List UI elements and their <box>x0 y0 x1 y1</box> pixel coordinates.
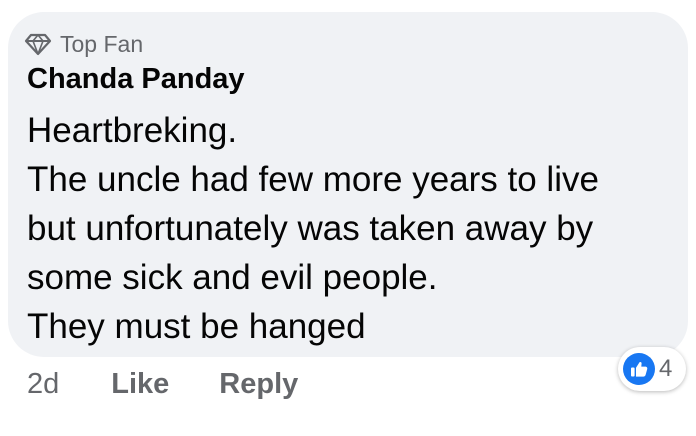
diamond-icon <box>24 32 52 56</box>
like-button[interactable]: Like <box>111 364 169 404</box>
reactions-summary[interactable]: 4 <box>618 347 686 391</box>
comment-line: Heartbreking. <box>27 111 238 150</box>
comment-line: The uncle had few more years to live <box>27 160 599 199</box>
comment-line: They must be hanged <box>27 307 366 346</box>
comment-actions: 2d Like Reply <box>27 364 298 404</box>
comment-text: Heartbreking. The uncle had few more yea… <box>27 106 677 351</box>
thumbs-up-icon <box>623 353 655 385</box>
comment-line: but unfortunately was taken away by <box>27 209 594 248</box>
top-fan-badge[interactable]: Top Fan <box>24 30 143 58</box>
badge-label: Top Fan <box>60 31 144 57</box>
author-name[interactable]: Chanda Panday <box>27 62 245 96</box>
comment-line: some sick and evil people. <box>27 258 438 297</box>
comment-timestamp[interactable]: 2d <box>27 364 59 404</box>
reaction-count: 4 <box>659 355 673 382</box>
reply-button[interactable]: Reply <box>219 364 298 404</box>
